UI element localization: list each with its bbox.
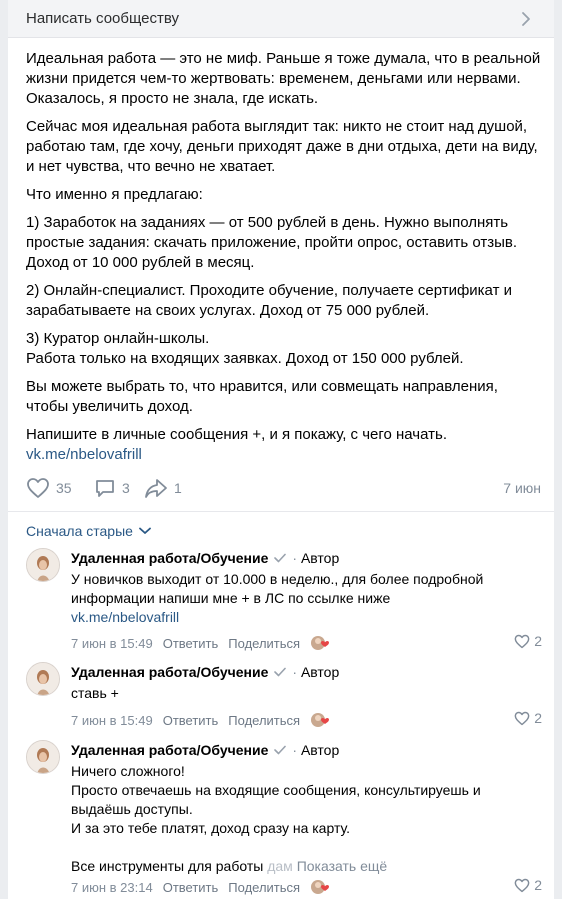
comment-text-body: У новичков выходит от 10.000 в неделю., … <box>71 571 484 606</box>
post-actions: 35 3 1 7 июн <box>26 477 541 499</box>
comment-header: Удаленная работа/Обучение Автор <box>71 742 339 758</box>
post-date[interactable]: 7 июн <box>503 480 541 496</box>
check-icon <box>274 553 287 563</box>
chevron-right-icon <box>522 12 530 26</box>
post-paragraph: 1) Заработок на заданиях — от 500 рублей… <box>26 214 517 271</box>
comment-item: Удаленная работа/Обучение Автор ставь + … <box>26 662 546 732</box>
comment-meta: 7 июн в 15:49 Ответить Поделиться <box>71 634 330 652</box>
heart-icon <box>514 878 530 892</box>
share-button[interactable]: 1 <box>144 477 182 499</box>
comment-like-button[interactable]: 2 <box>514 877 542 893</box>
post-paragraph: 2) Онлайн-специалист. Проходите обучение… <box>26 282 512 319</box>
comment-time[interactable]: 7 июн в 15:49 <box>71 636 153 651</box>
comment-item: Удаленная работа/Обучение Автор У новичк… <box>26 548 546 653</box>
comment-text: Ничего сложного! Просто отвечаешь на вхо… <box>71 762 541 876</box>
post-link[interactable]: vk.me/nbelovafrill <box>26 445 541 465</box>
post-body: Идеальная работа — это не миф. Раньше я … <box>26 49 541 465</box>
message-community-label: Написать сообществу <box>26 10 180 27</box>
comment-icon <box>96 480 114 497</box>
comment-header: Удаленная работа/Обучение Автор <box>71 550 339 566</box>
avatar-image <box>27 663 59 695</box>
comment-count: 3 <box>122 480 130 496</box>
chevron-down-icon <box>139 527 151 534</box>
like-count: 35 <box>56 480 72 496</box>
comment-link[interactable]: vk.me/nbelovafrill <box>71 609 179 625</box>
comment-truncated-text: Все инструменты для работы <box>71 858 268 874</box>
post-paragraph: Напишите в личные сообщения +, и я покаж… <box>26 426 447 443</box>
comment-author[interactable]: Удаленная работа/Обучение <box>71 742 268 758</box>
heart-icon <box>514 711 530 725</box>
comment-truncated-fade: дам <box>267 858 293 874</box>
comment-time[interactable]: 7 июн в 23:14 <box>71 880 153 895</box>
check-icon <box>274 745 287 755</box>
comment-meta: 7 июн в 23:14 Ответить Поделиться <box>71 878 330 896</box>
author-badge: Автор <box>292 550 339 566</box>
comment-text: ставь + <box>71 685 119 701</box>
share-comment-button[interactable]: Поделиться <box>228 713 300 728</box>
avatar[interactable] <box>26 740 60 774</box>
reply-button[interactable]: Ответить <box>163 636 219 651</box>
avatar[interactable] <box>26 662 60 696</box>
comment-like-button[interactable]: 2 <box>514 710 542 726</box>
comment-sort-selector[interactable]: Сначала старые <box>26 523 151 539</box>
comment-meta: 7 июн в 15:49 Ответить Поделиться <box>71 711 330 729</box>
share-comment-button[interactable]: Поделиться <box>228 880 300 895</box>
comment-header: Удаленная работа/Обучение Автор <box>71 664 339 680</box>
comment-text: У новичков выходит от 10.000 в неделю., … <box>71 570 541 627</box>
post-paragraph: Сейчас моя идеальная работа выглядит так… <box>26 118 538 175</box>
author-badge: Автор <box>292 664 339 680</box>
avatar[interactable] <box>26 548 60 582</box>
post-frame: Написать сообществу Идеальная работа — э… <box>8 0 554 899</box>
avatar-image <box>27 549 59 581</box>
comment-like-count: 2 <box>534 710 542 726</box>
share-arrow-icon <box>145 479 167 498</box>
author-badge: Автор <box>292 742 339 758</box>
reaction-avatar-icon[interactable] <box>310 878 330 896</box>
show-more-button[interactable]: Показать ещё <box>297 858 388 874</box>
avatar-image <box>27 741 59 773</box>
comment-like-button[interactable]: 2 <box>514 633 542 649</box>
check-icon <box>274 667 287 677</box>
reaction-avatar-icon[interactable] <box>310 634 330 652</box>
divider <box>8 511 554 512</box>
comment-author[interactable]: Удаленная работа/Обучение <box>71 550 268 566</box>
share-comment-button[interactable]: Поделиться <box>228 636 300 651</box>
reply-button[interactable]: Ответить <box>163 713 219 728</box>
post-paragraph: 3) Куратор онлайн-школы. Работа только н… <box>26 330 464 367</box>
sort-label: Сначала старые <box>26 523 133 539</box>
comment-author[interactable]: Удаленная работа/Обучение <box>71 664 268 680</box>
comment-item: Удаленная работа/Обучение Автор Ничего с… <box>26 740 546 899</box>
post-paragraph: Что именно я предлагаю: <box>26 186 203 203</box>
comment-time[interactable]: 7 июн в 15:49 <box>71 713 153 728</box>
heart-icon <box>27 478 49 498</box>
reaction-avatar-icon[interactable] <box>310 711 330 729</box>
reply-button[interactable]: Ответить <box>163 880 219 895</box>
comment-like-count: 2 <box>534 633 542 649</box>
comment-like-count: 2 <box>534 877 542 893</box>
heart-icon <box>514 634 530 648</box>
post-paragraph: Идеальная работа — это не миф. Раньше я … <box>26 50 541 107</box>
like-button[interactable]: 35 <box>26 477 72 499</box>
comment-button[interactable]: 3 <box>94 477 130 499</box>
message-community-bar[interactable]: Написать сообществу <box>8 0 554 38</box>
share-count: 1 <box>174 480 182 496</box>
comment-text-body: Ничего сложного! Просто отвечаешь на вхо… <box>71 763 481 836</box>
post-paragraph: Вы можете выбрать то, что нравится, или … <box>26 378 498 415</box>
